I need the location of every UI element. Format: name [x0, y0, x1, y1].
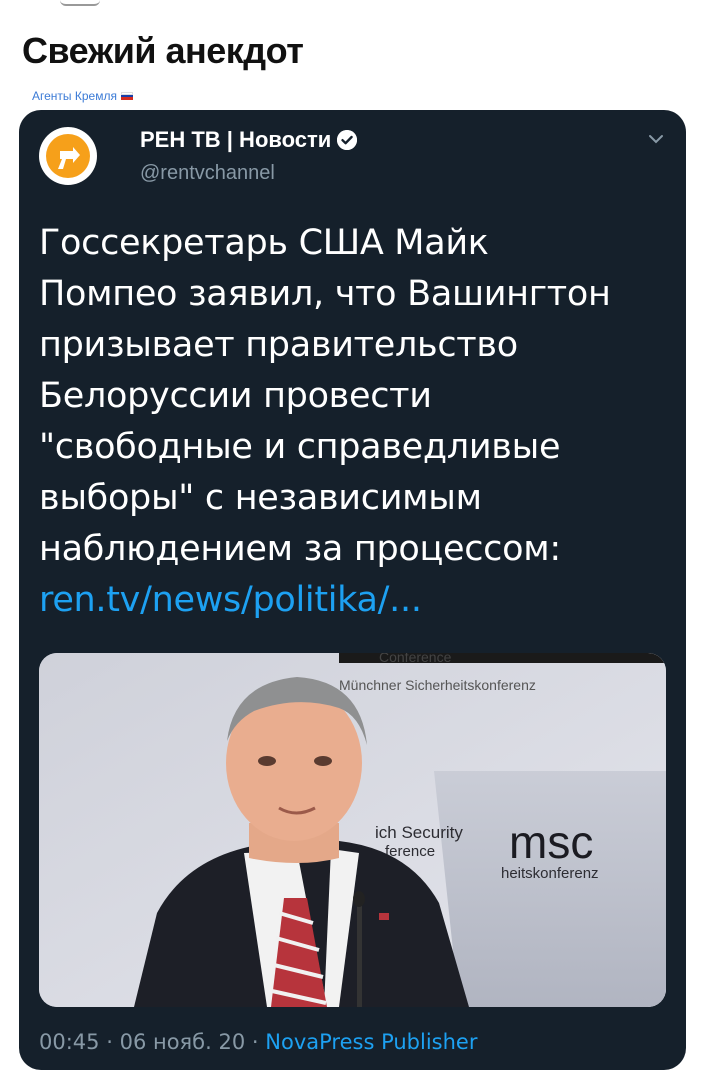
account-name[interactable]: РЕН ТВ | Новости — [140, 127, 358, 153]
sign-text-3: heitskonferenz — [501, 865, 599, 882]
sign-logo-text: msc — [509, 816, 593, 868]
tweet-text-line: Белоруссии провести — [39, 376, 432, 416]
meta-separator: · — [106, 1030, 120, 1054]
tweet-meta: 00:45 · 06 нояб. 20 · NovaPress Publishe… — [39, 1030, 477, 1054]
tweet-text: Госсекретарь США Майк Помпео заявил, что… — [39, 218, 669, 626]
top-edge-fragment — [60, 0, 100, 6]
tweet-card[interactable]: РЕН ТВ | Новости @rentvchannel Госсекрет… — [19, 110, 686, 1070]
tweet-time: 00:45 — [39, 1030, 100, 1054]
tweet-text-line: призывает правительство — [39, 325, 518, 365]
sign-text-1: ich Security — [375, 823, 463, 842]
account-handle[interactable]: @rentvchannel — [140, 162, 275, 185]
post-title: Свежий анекдот — [22, 30, 304, 71]
chevron-down-icon[interactable] — [648, 132, 664, 150]
tweet-text-line: Госсекретарь США Майк — [39, 223, 489, 263]
tweet-date: 06 нояб. 20 — [119, 1030, 246, 1054]
tweet-photo-illustration: Conference Münchner Sicherheitskonferenz… — [39, 653, 666, 1007]
tweet-photo[interactable]: Conference Münchner Sicherheitskonferenz… — [39, 653, 666, 1007]
ren-tv-logo-icon[interactable] — [39, 127, 97, 185]
tweet-link[interactable]: ren.tv/news/politika/... — [39, 575, 669, 626]
russia-flag-icon — [120, 92, 133, 100]
banner-text-2: Münchner Sicherheitskonferenz — [339, 677, 536, 693]
source-name: Агенты Кремля — [32, 89, 117, 103]
tweet-text-line: Помпео заявил, что Вашингтон — [39, 274, 611, 314]
tweet-text-line: наблюдением за процессом: — [39, 529, 561, 569]
tweet-client-link[interactable]: NovaPress Publisher — [265, 1030, 477, 1054]
tweet-text-line: выборы" с независимым — [39, 478, 482, 518]
tweet-text-line: "свободные и справедливые — [39, 427, 561, 467]
post-source[interactable]: Агенты Кремля — [32, 89, 133, 103]
meta-separator: · — [251, 1030, 266, 1054]
account-name-text: РЕН ТВ | Новости — [140, 127, 332, 152]
verified-badge-icon — [337, 130, 358, 150]
banner-text-1: Conference — [379, 653, 452, 665]
